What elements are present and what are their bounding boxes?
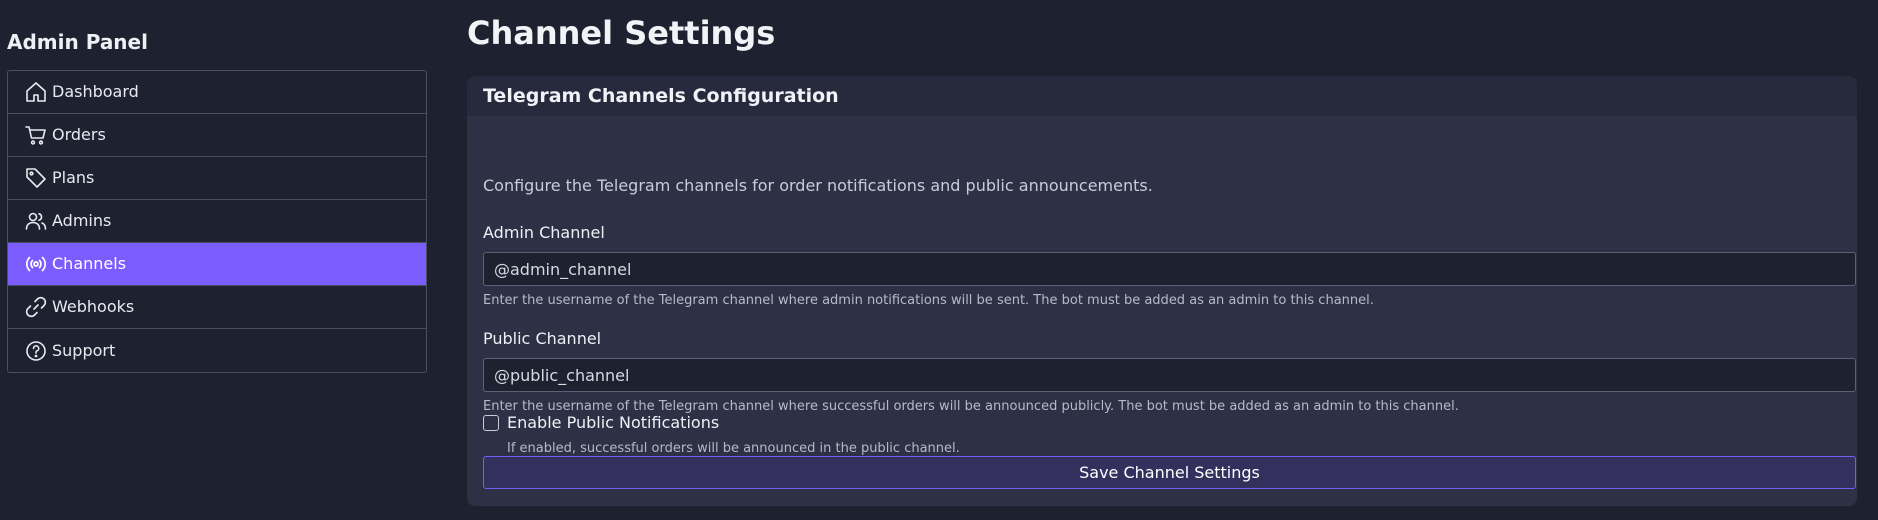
sidebar-item-plans[interactable]: Plans [8,157,426,200]
admin-channel-label: Admin Channel [483,223,605,242]
sidebar-item-orders[interactable]: Orders [8,114,426,157]
sidebar-title: Admin Panel [7,30,148,54]
sidebar-item-dashboard[interactable]: Dashboard [8,71,426,114]
public-channel-label: Public Channel [483,329,602,348]
cart-icon [25,126,46,145]
sidebar-item-admins[interactable]: Admins [8,200,426,243]
public-notifications-checkbox[interactable] [483,415,499,431]
help-circle-icon [26,340,46,361]
sidebar-item-label: Admins [52,211,112,230]
sidebar-item-support[interactable]: Support [8,329,426,372]
page-title: Channel Settings [467,14,776,52]
sidebar-item-webhooks[interactable]: Webhooks [8,286,426,329]
sidebar-nav: Dashboard Orders Plans Admins Channels W… [7,70,427,373]
tag-icon [26,168,46,188]
broadcast-icon [25,256,47,272]
public-notifications-help: If enabled, successful orders will be an… [507,441,960,456]
sidebar-item-label: Plans [52,168,95,187]
admin-channel-input[interactable] [483,252,1856,286]
public-notifications-label[interactable]: Enable Public Notifications [507,413,719,432]
sidebar-item-label: Dashboard [52,82,139,101]
users-icon [25,212,47,230]
sidebar-item-channels[interactable]: Channels [8,243,426,286]
sidebar-item-label: Orders [52,125,106,144]
sidebar-item-label: Webhooks [52,297,135,316]
home-icon [26,82,46,102]
card-header: Telegram Channels Configuration [467,76,1857,116]
save-channel-settings-button[interactable]: Save Channel Settings [483,456,1856,489]
card-description: Configure the Telegram channels for orde… [483,176,1153,195]
public-channel-help: Enter the username of the Telegram chann… [483,399,1459,414]
link-icon [25,296,47,318]
settings-card: Telegram Channels Configuration Configur… [467,76,1857,506]
sidebar-item-label: Channels [52,254,127,273]
public-channel-input[interactable] [483,358,1856,392]
admin-channel-help: Enter the username of the Telegram chann… [483,293,1374,308]
sidebar-item-label: Support [52,340,116,360]
